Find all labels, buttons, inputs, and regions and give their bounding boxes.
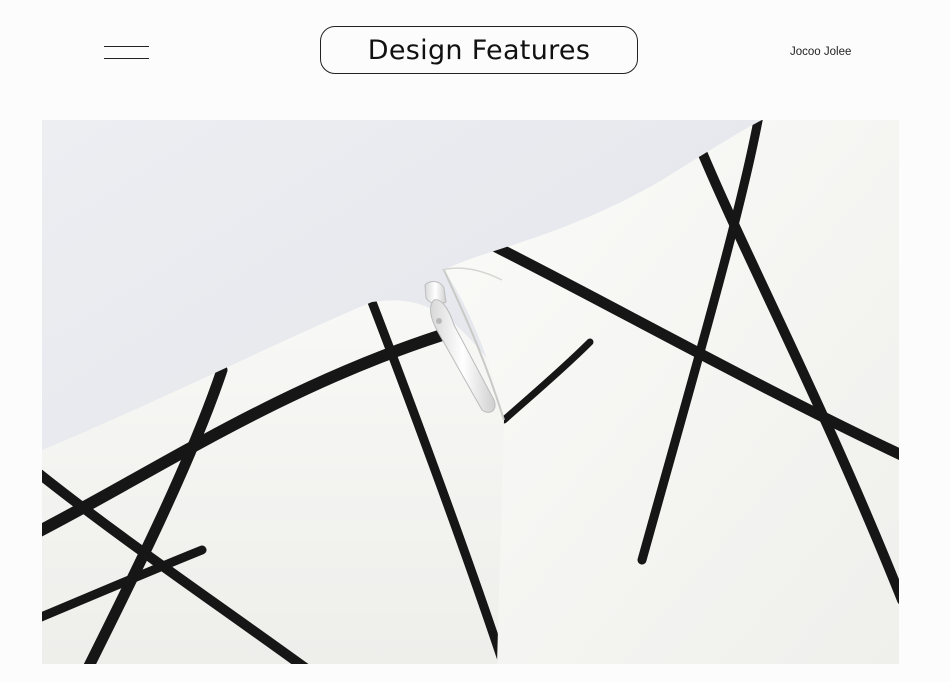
page: Design Features Jocoo Jolee <box>0 0 950 682</box>
menu-line-top <box>104 46 149 47</box>
menu-lines-icon[interactable] <box>104 46 149 60</box>
menu-line-bottom <box>104 58 149 59</box>
section-title-pill: Design Features <box>320 26 638 74</box>
brand-name: Jocoo Jolee <box>790 46 852 58</box>
section-title: Design Features <box>367 34 591 66</box>
product-photo <box>42 120 899 664</box>
dress-zipper-photo <box>42 120 899 664</box>
